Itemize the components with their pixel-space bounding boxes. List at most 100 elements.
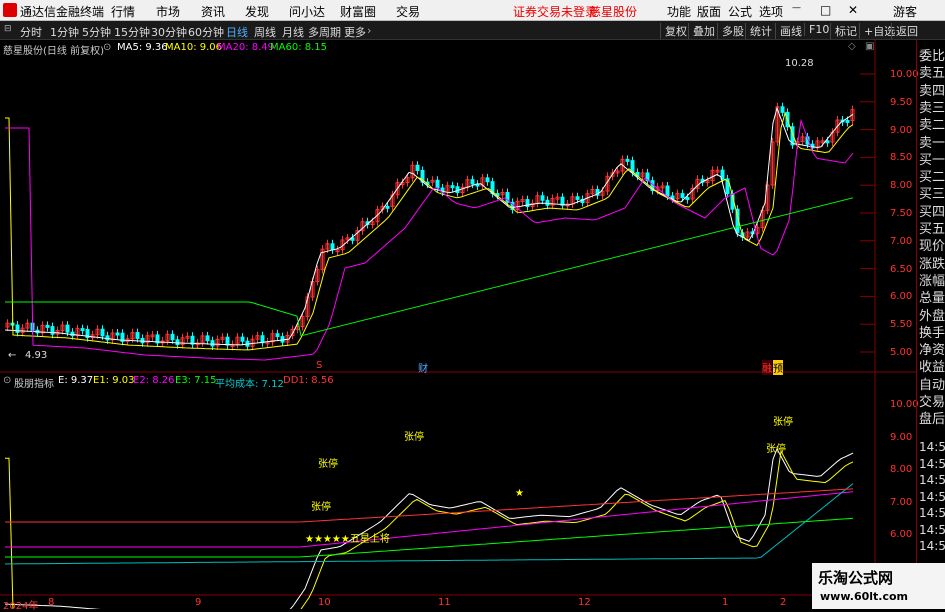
right-panel-item[interactable]: 外盘: [919, 305, 945, 324]
period-more[interactable]: 更多: [344, 24, 366, 40]
chart-canvas[interactable]: [0, 40, 916, 609]
price-axis-label: 9.00: [890, 124, 913, 136]
period-daily[interactable]: 日线: [226, 24, 248, 40]
period-1min[interactable]: 1分钟: [50, 24, 79, 40]
btn-fuquan[interactable]: 复权: [660, 23, 687, 39]
btn-huaxian[interactable]: 画线: [775, 23, 802, 39]
right-panel-item[interactable]: 买四: [919, 201, 945, 220]
right-panel-time: 14:50: [919, 539, 945, 553]
period-fenshi[interactable]: 分时: [20, 24, 42, 40]
close-button[interactable]: ✕: [848, 3, 858, 17]
candle-body: [45, 324, 50, 328]
right-panel-item[interactable]: 委比: [919, 45, 945, 64]
candle-body: [845, 119, 850, 123]
x-label-year: 2024年: [3, 601, 39, 612]
menu-item-wenxiaoda[interactable]: 问小达: [289, 3, 325, 20]
menu-item-caifuquan[interactable]: 财富圈: [340, 3, 376, 20]
right-panel-item[interactable]: 买一: [919, 149, 945, 168]
right-panel-time: 14:50: [919, 489, 945, 504]
indicator-axis-label: 6.00: [890, 529, 913, 540]
annotation-five-star: ★★★★★五星上将: [305, 534, 390, 545]
minimize-button[interactable]: —: [792, 3, 801, 13]
login-status[interactable]: 证券交易未登录: [513, 3, 597, 20]
collapse-icon[interactable]: ⊟: [4, 24, 12, 34]
period-5min[interactable]: 5分钟: [82, 24, 111, 40]
price-axis-label: 5.00: [890, 347, 913, 358]
menu-item-banmian[interactable]: 版面: [697, 3, 721, 20]
menu-item-hangqing[interactable]: 行情: [111, 3, 135, 20]
menu-item-faxian[interactable]: 发现: [245, 3, 269, 20]
period-60min[interactable]: 60分钟: [188, 24, 224, 40]
event-mark-cai[interactable]: 财: [418, 360, 428, 375]
watermark: 乐淘公式网 www.60lt.com: [812, 563, 945, 609]
candle-body: [665, 185, 670, 197]
price-axis-label: 7.50: [890, 208, 913, 219]
menu-item-xuanxiang[interactable]: 选项: [759, 3, 783, 20]
btn-diejia[interactable]: 叠加: [688, 23, 715, 39]
ma60-legend: MA60: 8.15: [270, 42, 328, 53]
menu-item-shichang[interactable]: 市场: [156, 3, 180, 20]
btn-tongji[interactable]: 统计: [745, 23, 772, 39]
candle-body: [275, 333, 280, 338]
right-panel-item[interactable]: 自动: [919, 374, 945, 393]
right-panel-item[interactable]: 买二: [919, 166, 945, 185]
indicator-axis-label: 7.00: [890, 496, 913, 508]
right-panel-item[interactable]: 换手: [919, 322, 945, 341]
menu-item-zixun[interactable]: 资讯: [201, 3, 225, 20]
period-multi[interactable]: 多周期: [308, 24, 341, 40]
right-panel-time: 14:50: [919, 440, 945, 454]
event-mark-rong[interactable]: 融: [762, 360, 772, 375]
right-panel-item[interactable]: 卖二: [919, 114, 945, 133]
btn-zixuan[interactable]: +自选: [859, 23, 895, 39]
x-label-2: 2: [780, 597, 787, 608]
candle-body: [15, 324, 20, 333]
btn-fanhui[interactable]: 返回: [891, 23, 918, 39]
right-panel-item[interactable]: 卖五: [919, 62, 945, 81]
indicator-title: 股朋指标: [14, 379, 54, 390]
chevron-down-icon[interactable]: ⊙: [103, 42, 111, 53]
right-panel-item[interactable]: 净资: [919, 339, 945, 358]
chevron-right-icon[interactable]: ›: [367, 24, 371, 37]
right-panel-item[interactable]: 买五: [919, 218, 945, 237]
event-mark-s[interactable]: S: [316, 360, 322, 371]
menu-item-gongshi[interactable]: 公式: [728, 3, 752, 20]
watermark-url: www.60lt.com: [820, 590, 909, 603]
period-weekly[interactable]: 周线: [254, 24, 276, 40]
annotation-zhangting-5: 张停: [773, 417, 793, 428]
btn-biaoji[interactable]: 标记: [830, 23, 857, 39]
menu-item-gongneng[interactable]: 功能: [667, 3, 691, 20]
btn-duogu[interactable]: 多股: [717, 23, 744, 39]
right-panel-item[interactable]: 买三: [919, 183, 945, 202]
price-axis-label: 7.00: [890, 235, 913, 247]
indicator-toggle-icon[interactable]: ⊙: [3, 375, 11, 386]
x-label-1: 1: [722, 597, 729, 608]
period-15min[interactable]: 15分钟: [114, 24, 150, 40]
right-panel-item[interactable]: 卖一: [919, 132, 945, 151]
ind-e-legend: E: 9.37: [58, 375, 94, 386]
ind-e3-line: [5, 517, 854, 558]
right-panel-item[interactable]: 收益: [919, 356, 945, 375]
window-toggle-icon[interactable]: ▣: [865, 41, 874, 52]
period-30min[interactable]: 30分钟: [151, 24, 187, 40]
period-monthly[interactable]: 月线: [282, 24, 304, 40]
right-panel-item[interactable]: 涨幅: [919, 270, 945, 289]
maximize-button[interactable]: □: [820, 3, 831, 17]
settings-diamond-icon[interactable]: ◇: [848, 41, 856, 52]
event-mark-yu[interactable]: 预: [773, 360, 783, 375]
candle-body: [575, 196, 580, 200]
guest-label[interactable]: 游客: [893, 3, 917, 20]
right-panel-item[interactable]: 现价: [919, 235, 945, 254]
right-panel-item[interactable]: 总量: [919, 287, 945, 306]
btn-f10[interactable]: F10: [804, 23, 829, 36]
price-axis-label: 9.50: [890, 96, 913, 108]
right-panel-time: 14:50: [919, 506, 945, 520]
menu-item-jiaoyi[interactable]: 交易: [396, 3, 420, 20]
right-panel-item[interactable]: 盘后: [919, 408, 945, 427]
right-panel-item[interactable]: 卖四: [919, 80, 945, 99]
candle-body: [175, 339, 180, 346]
candle-body: [170, 333, 175, 341]
right-panel-item[interactable]: 交易: [919, 391, 945, 410]
candle-body: [435, 179, 440, 189]
right-panel-item[interactable]: 涨跌: [919, 253, 945, 272]
right-panel-item[interactable]: 卖三: [919, 97, 945, 116]
